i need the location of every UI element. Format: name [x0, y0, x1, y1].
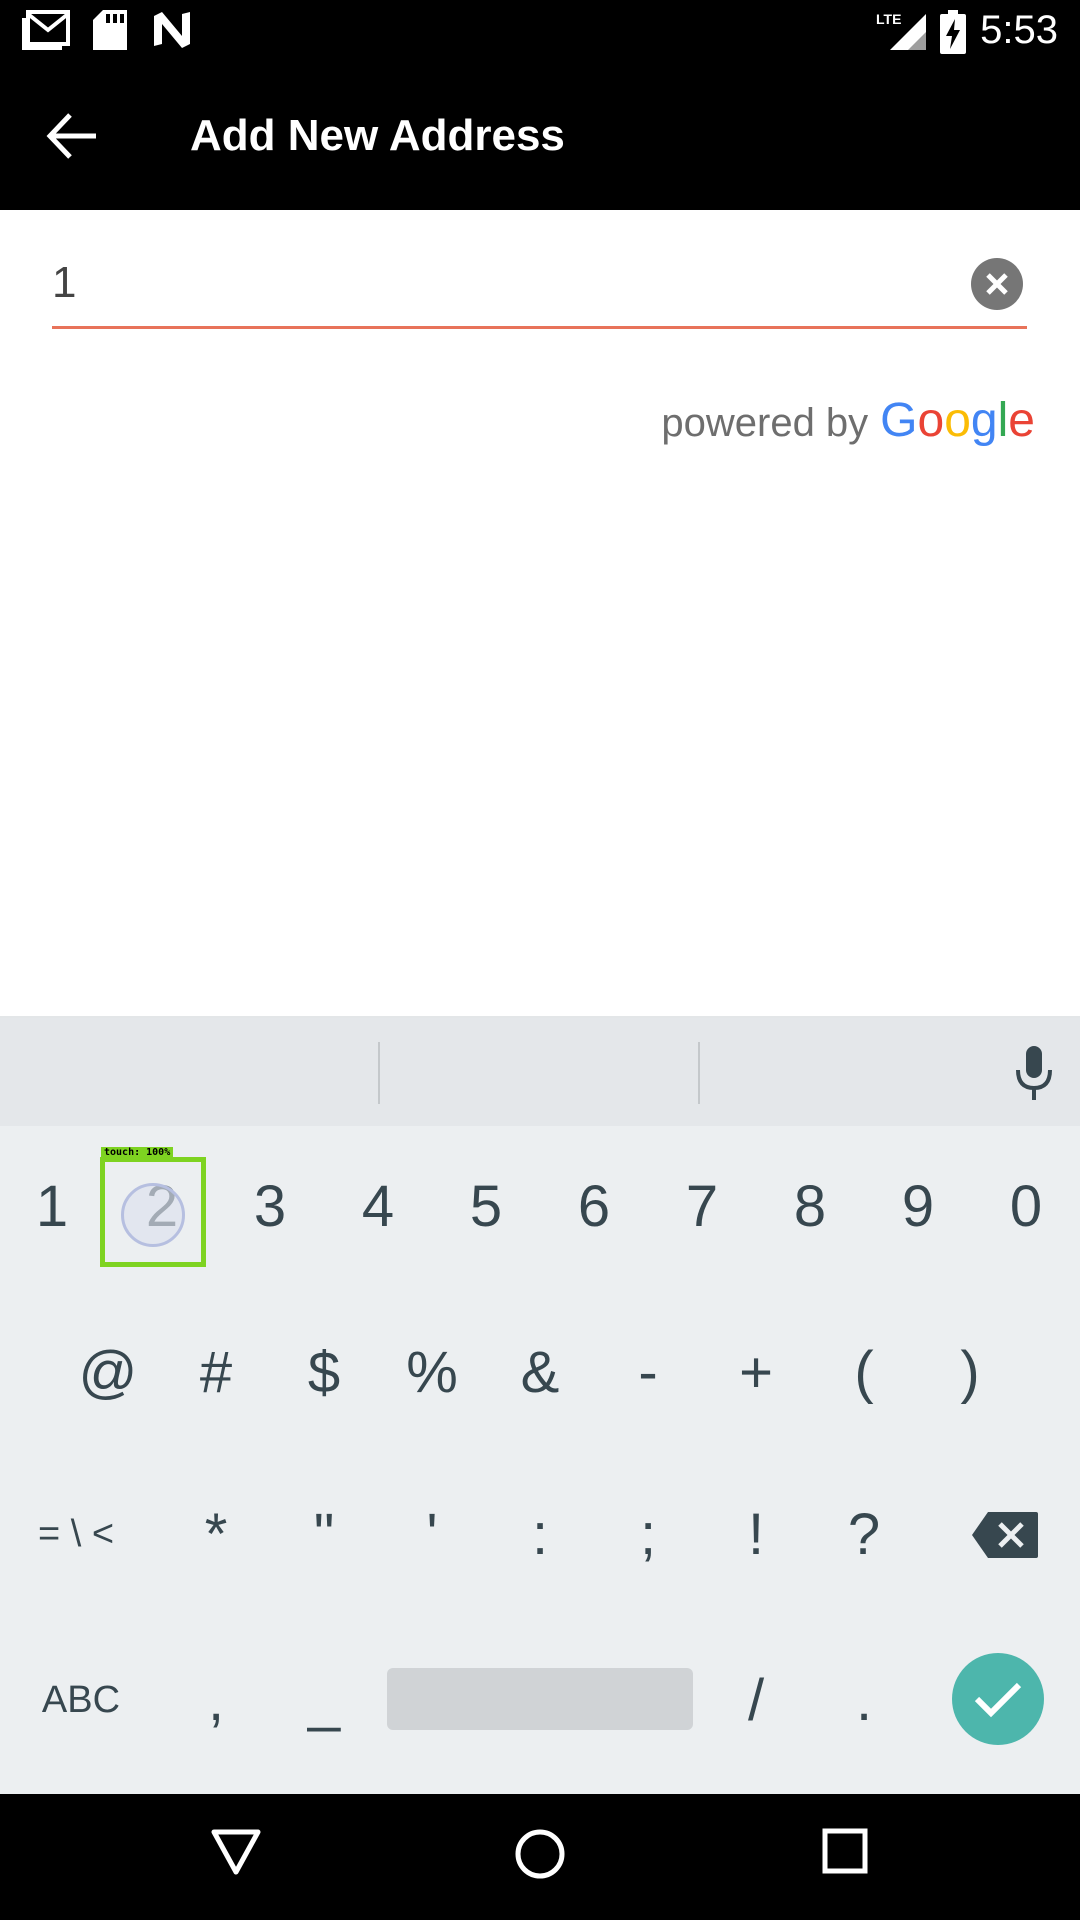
gmail-icon [22, 10, 70, 50]
key-underscore[interactable]: _ [280, 1654, 368, 1746]
key-slash[interactable]: / [712, 1654, 800, 1746]
battery-charging-icon [940, 10, 966, 54]
suggestion-divider [378, 1042, 380, 1104]
key-9[interactable]: 9 [874, 1160, 962, 1252]
svg-text:LTE: LTE [876, 11, 901, 27]
key-8[interactable]: 8 [766, 1160, 854, 1252]
n-app-icon [154, 12, 190, 48]
key-percent[interactable]: % [388, 1326, 476, 1418]
google-logo-text: Google [880, 394, 1035, 447]
arrow-back-icon[interactable] [40, 103, 106, 169]
key-abc[interactable]: ABC [22, 1654, 140, 1746]
navigation-bar [0, 1794, 1080, 1920]
key-asterisk[interactable]: * [172, 1488, 260, 1580]
key-semicolon[interactable]: ; [604, 1488, 692, 1580]
key-period[interactable]: . [820, 1654, 908, 1746]
status-time: 5:53 [980, 8, 1058, 52]
app-bar: Add New Address [0, 63, 1080, 210]
touch-highlight-box [100, 1157, 206, 1267]
key-minus[interactable]: - [604, 1326, 692, 1418]
lte-signal-icon: LTE [876, 11, 926, 50]
back-triangle-icon[interactable] [210, 1826, 262, 1878]
key-colon[interactable]: : [496, 1488, 584, 1580]
key-3[interactable]: 3 [226, 1160, 314, 1252]
suggestion-strip [0, 1018, 1080, 1126]
touch-label: touch: 100% [101, 1147, 174, 1159]
key-at[interactable]: @ [64, 1326, 152, 1418]
enter-key[interactable] [952, 1653, 1044, 1745]
clear-x-glyph [986, 273, 1008, 295]
backspace-icon[interactable] [970, 1510, 1040, 1560]
key-single-quote[interactable]: ' [388, 1488, 476, 1580]
check-icon [974, 1682, 1022, 1718]
key-question[interactable]: ? [820, 1488, 908, 1580]
mic-icon[interactable] [1014, 1046, 1054, 1102]
recents-square-icon[interactable] [820, 1826, 870, 1876]
page-title: Add New Address [190, 111, 565, 160]
sd-card-icon [93, 10, 127, 50]
search-input[interactable]: 1 [52, 258, 76, 308]
key-comma[interactable]: , [172, 1654, 260, 1746]
suggestion-divider [698, 1042, 700, 1104]
status-bar: LTE 5:53 [0, 0, 1080, 63]
key-6[interactable]: 6 [550, 1160, 638, 1252]
key-hash[interactable]: # [172, 1326, 260, 1418]
key-7[interactable]: 7 [658, 1160, 746, 1252]
address-search-field[interactable]: 1 [52, 240, 1027, 329]
powered-by-google: powered by Google [661, 393, 1035, 449]
home-circle-icon[interactable] [512, 1826, 568, 1882]
clear-circle-icon[interactable] [971, 258, 1023, 310]
key-1[interactable]: 1 [12, 1160, 92, 1252]
key-4[interactable]: 4 [334, 1160, 422, 1252]
key-ampersand[interactable]: & [496, 1326, 584, 1418]
key-open-paren[interactable]: ( [820, 1326, 908, 1418]
space-key[interactable] [387, 1668, 693, 1730]
key-more-symbols[interactable]: = \ < [16, 1488, 136, 1580]
key-dollar[interactable]: $ [280, 1326, 368, 1418]
powered-by-label: powered by [661, 401, 869, 445]
key-close-paren[interactable]: ) [926, 1326, 1014, 1418]
key-exclamation[interactable]: ! [712, 1488, 800, 1580]
key-0[interactable]: 0 [982, 1160, 1070, 1252]
key-double-quote[interactable]: " [280, 1488, 368, 1580]
key-plus[interactable]: + [712, 1326, 800, 1418]
key-5[interactable]: 5 [442, 1160, 530, 1252]
